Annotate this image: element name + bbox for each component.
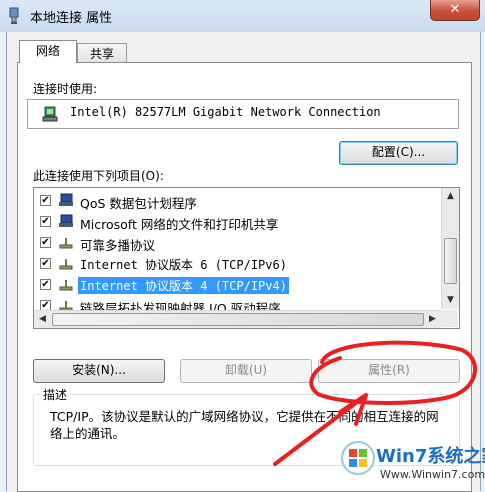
watermark-url: Www.Winwin7.com <box>380 468 485 481</box>
scroll-down-icon[interactable]: ▼ <box>442 292 459 309</box>
scroll-left-icon[interactable]: ◀ <box>34 311 51 328</box>
tab-network[interactable]: 网络 <box>19 40 77 63</box>
scroll-up-icon[interactable]: ▲ <box>442 188 459 205</box>
configure-button[interactable]: 配置(C)... <box>339 141 458 165</box>
scroll-thumb[interactable] <box>52 313 424 326</box>
list-item-label: Microsoft 网络的文件和打印机共享 <box>80 217 279 232</box>
window-title: 本地连接 属性 <box>30 11 113 26</box>
list-item-label: Internet 协议版本 4 (TCP/IPv4) <box>78 277 289 294</box>
checkbox[interactable]: ✔ <box>40 258 51 269</box>
scroll-corner <box>441 310 458 327</box>
properties-button[interactable]: 属性(R) <box>318 359 460 383</box>
checkbox[interactable]: ✔ <box>40 237 51 248</box>
watermark: Win7系统之家 Www.Winwin7.com <box>340 438 485 491</box>
checkbox[interactable]: ✔ <box>40 195 51 206</box>
network-adapter-icon <box>42 106 58 122</box>
list-item[interactable]: ✔ QoS 数据包计划程序 <box>34 190 439 211</box>
checkbox[interactable]: ✔ <box>40 216 51 227</box>
protocol-icon <box>59 280 73 291</box>
watermark-title: Win7系统之家 <box>376 446 485 467</box>
windows-logo-icon <box>341 441 375 475</box>
items-label: 此连接使用下列项目(O): <box>33 169 164 183</box>
list-item-label: QoS 数据包计划程序 <box>80 196 197 211</box>
uninstall-button[interactable]: 卸载(U) <box>180 359 312 383</box>
list-item-selected[interactable]: ✔ Internet 协议版本 4 (TCP/IPv4) <box>34 274 439 295</box>
description-text: TCP/IP。该协议是默认的广域网络协议，它提供在不同的相互连接的网络上的通讯。 <box>50 409 439 441</box>
adapter-field: Intel(R) 82577LM Gigabit Network Connect… <box>27 99 459 129</box>
scroll-right-icon[interactable]: ▶ <box>424 311 441 328</box>
scroll-thumb[interactable] <box>444 238 457 284</box>
network-service-icon <box>59 193 73 206</box>
description-title: 描述 <box>40 386 71 403</box>
components-list[interactable]: ✔ QoS 数据包计划程序 ✔ Microsoft 网络的文件和打印机共享 ✔ … <box>33 187 460 329</box>
adapter-name: Intel(R) 82577LM Gigabit Network Connect… <box>70 105 381 119</box>
list-item[interactable]: ✔ Internet 协议版本 6 (TCP/IPv6) <box>34 253 439 274</box>
protocol-icon <box>59 259 73 270</box>
checkbox[interactable]: ✔ <box>40 279 51 290</box>
list-item-label: Internet 协议版本 6 (TCP/IPv6) <box>80 258 287 272</box>
list-item[interactable]: ✔ Microsoft 网络的文件和打印机共享 <box>34 211 439 232</box>
horizontal-scrollbar[interactable]: ◀ ▶ <box>34 310 441 328</box>
close-button[interactable]: ✕ <box>430 0 480 21</box>
network-connection-icon <box>9 7 19 24</box>
install-button[interactable]: 安装(N)... <box>33 359 165 383</box>
connect-using-label: 连接时使用: <box>33 82 98 96</box>
network-service-icon <box>59 214 73 227</box>
tab-sharing[interactable]: 共享 <box>77 43 127 64</box>
list-item[interactable]: ✔ 可靠多播协议 <box>34 232 439 253</box>
protocol-icon <box>59 238 73 249</box>
list-item-label: 可靠多播协议 <box>80 238 156 253</box>
title-bar: 本地连接 属性 ✕ <box>0 0 485 32</box>
vertical-scrollbar[interactable]: ▲ ▼ <box>441 188 459 309</box>
